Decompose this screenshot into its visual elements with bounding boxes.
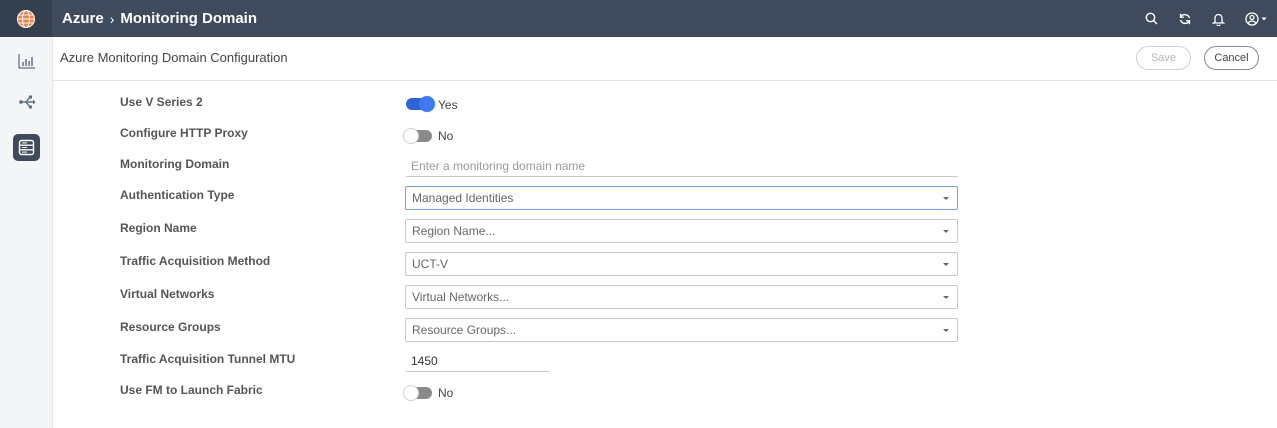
- virtual-networks-value: Virtual Networks...: [412, 290, 510, 304]
- sidebar-item-dashboard[interactable]: [13, 47, 40, 74]
- breadcrumb: Azure › Monitoring Domain: [62, 10, 257, 27]
- authentication-type-value: Managed Identities: [412, 191, 514, 205]
- chevron-down-icon: [943, 230, 949, 233]
- sidebar: [0, 37, 53, 428]
- virtual-networks-label: Virtual Networks: [120, 287, 215, 301]
- use-v-series-2-value: Yes: [438, 98, 458, 112]
- region-name-select[interactable]: Region Name...: [405, 219, 958, 243]
- region-name-value: Region Name...: [412, 224, 496, 238]
- user-icon: [1245, 11, 1259, 26]
- chart-icon: [17, 53, 35, 69]
- use-fm-launch-fabric-toggle[interactable]: [403, 385, 432, 401]
- sidebar-item-inventory[interactable]: [13, 134, 40, 161]
- tunnel-mtu-input[interactable]: [406, 350, 550, 372]
- traffic-acquisition-method-value: UCT-V: [412, 257, 448, 271]
- resource-groups-select[interactable]: Resource Groups...: [405, 318, 958, 342]
- use-fm-launch-fabric-value: No: [438, 386, 454, 400]
- monitoring-domain-label: Monitoring Domain: [120, 157, 230, 171]
- configure-http-proxy-label: Configure HTTP Proxy: [120, 126, 248, 140]
- toggle-knob: [403, 385, 419, 401]
- sidebar-item-topology[interactable]: [13, 88, 40, 115]
- search-icon[interactable]: [1145, 12, 1158, 25]
- cancel-button[interactable]: Cancel: [1204, 46, 1259, 70]
- virtual-networks-select[interactable]: Virtual Networks...: [405, 285, 958, 309]
- toggle-knob: [419, 96, 435, 112]
- share-icon: [18, 95, 35, 109]
- configure-http-proxy-toggle[interactable]: [403, 128, 432, 144]
- user-menu[interactable]: [1245, 11, 1267, 26]
- traffic-acquisition-method-label: Traffic Acquisition Method: [120, 254, 271, 268]
- toggle-knob: [403, 128, 419, 144]
- resource-groups-label: Resource Groups: [120, 320, 221, 334]
- chevron-down-icon: [1261, 17, 1267, 20]
- top-bar: Azure › Monitoring Domain: [0, 0, 1277, 37]
- use-fm-launch-fabric-label: Use FM to Launch Fabric: [120, 383, 263, 397]
- page-title: Azure Monitoring Domain Configuration: [60, 50, 288, 65]
- bell-icon[interactable]: [1212, 12, 1225, 26]
- use-v-series-2-label: Use V Series 2: [120, 95, 203, 109]
- globe-logo-icon: [17, 9, 35, 28]
- breadcrumb-parent[interactable]: Azure: [62, 10, 104, 27]
- breadcrumb-current: Monitoring Domain: [120, 10, 258, 27]
- refresh-icon[interactable]: [1178, 12, 1192, 26]
- server-icon: [18, 139, 35, 156]
- region-name-label: Region Name: [120, 221, 197, 235]
- top-actions: [1145, 0, 1267, 37]
- chevron-down-icon: [943, 197, 949, 200]
- resource-groups-value: Resource Groups...: [412, 323, 517, 337]
- chevron-down-icon: [943, 263, 949, 266]
- use-v-series-2-toggle[interactable]: [406, 96, 435, 112]
- chevron-down-icon: [943, 296, 949, 299]
- tunnel-mtu-label: Traffic Acquisition Tunnel MTU: [120, 352, 296, 366]
- save-button[interactable]: Save: [1136, 46, 1191, 70]
- page-header: Azure Monitoring Domain Configuration Sa…: [53, 37, 1277, 81]
- traffic-acquisition-method-select[interactable]: UCT-V: [405, 252, 958, 276]
- app-logo[interactable]: [0, 0, 52, 37]
- authentication-type-label: Authentication Type: [120, 188, 235, 202]
- monitoring-domain-input[interactable]: [406, 155, 958, 177]
- authentication-type-select[interactable]: Managed Identities: [405, 186, 958, 210]
- configure-http-proxy-value: No: [438, 129, 454, 143]
- breadcrumb-separator: ›: [109, 10, 115, 27]
- chevron-down-icon: [943, 329, 949, 332]
